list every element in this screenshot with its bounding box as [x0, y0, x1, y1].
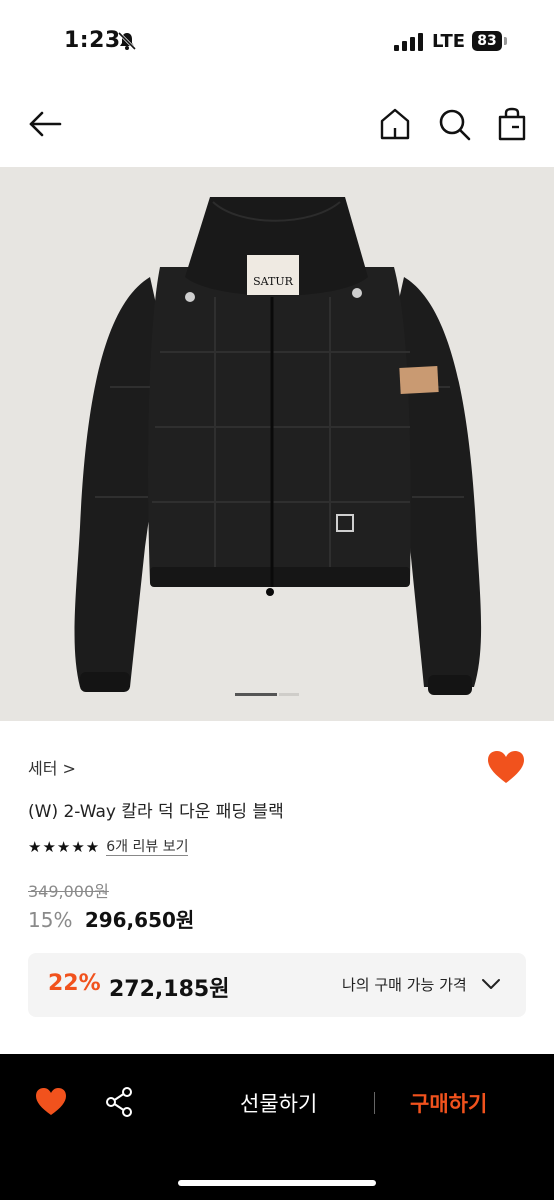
- member-price: 272,185원: [109, 977, 230, 1002]
- home-icon[interactable]: [377, 106, 413, 142]
- chevron-down-icon[interactable]: [480, 975, 502, 993]
- jacket-illustration: SATUR: [74, 197, 482, 695]
- original-price: 349,000원: [28, 882, 109, 901]
- shopping-bag-icon[interactable]: [494, 106, 530, 142]
- gift-button[interactable]: 선물하기: [240, 1088, 317, 1118]
- jacket-label-text: SATUR: [253, 275, 293, 288]
- top-navigation: [0, 96, 554, 156]
- product-title: (W) 2-Way 칼라 덕 다운 패딩 블랙: [28, 802, 284, 822]
- sale-price-row: 15% 296,650원: [28, 904, 194, 933]
- chevron-right-icon: >: [62, 759, 76, 778]
- sale-percent: 15%: [28, 908, 73, 932]
- product-image[interactable]: SATUR: [0, 167, 554, 721]
- star-rating-icon: ★★★★★: [28, 838, 101, 856]
- bottom-action-bar: 선물하기 구매하기: [0, 1054, 554, 1200]
- member-price-box[interactable]: 22% 272,185원 나의 구매 가능 가격: [28, 953, 526, 1017]
- image-indicator: [279, 693, 299, 696]
- back-arrow-icon[interactable]: [27, 106, 63, 142]
- rating: ★★★★★ 6개 리뷰 보기: [28, 837, 189, 857]
- signal-icon: [394, 33, 423, 51]
- divider: [374, 1092, 375, 1114]
- network-type: LTE: [432, 31, 466, 52]
- brand-link[interactable]: 세터 >: [28, 755, 76, 779]
- home-indicator[interactable]: [178, 1180, 376, 1186]
- share-icon[interactable]: [104, 1086, 134, 1118]
- status-time: 1:23: [64, 28, 121, 53]
- heart-icon[interactable]: [486, 749, 526, 785]
- battery-tip: [504, 37, 507, 45]
- search-icon[interactable]: [436, 106, 472, 142]
- heart-icon[interactable]: [35, 1087, 67, 1117]
- status-bar: 1:23 LTE 83: [0, 0, 554, 84]
- member-price-label: 나의 구매 가능 가격: [342, 976, 467, 994]
- bell-slash-icon: [117, 31, 137, 51]
- image-indicator-active: [235, 693, 277, 696]
- brand-name: 세터: [28, 759, 58, 778]
- review-link[interactable]: 6개 리뷰 보기: [106, 839, 189, 856]
- sale-price: 296,650원: [84, 908, 195, 932]
- member-discount-percent: 22%: [48, 971, 101, 996]
- battery-icon: 83: [472, 31, 502, 51]
- buy-button[interactable]: 구매하기: [410, 1088, 487, 1118]
